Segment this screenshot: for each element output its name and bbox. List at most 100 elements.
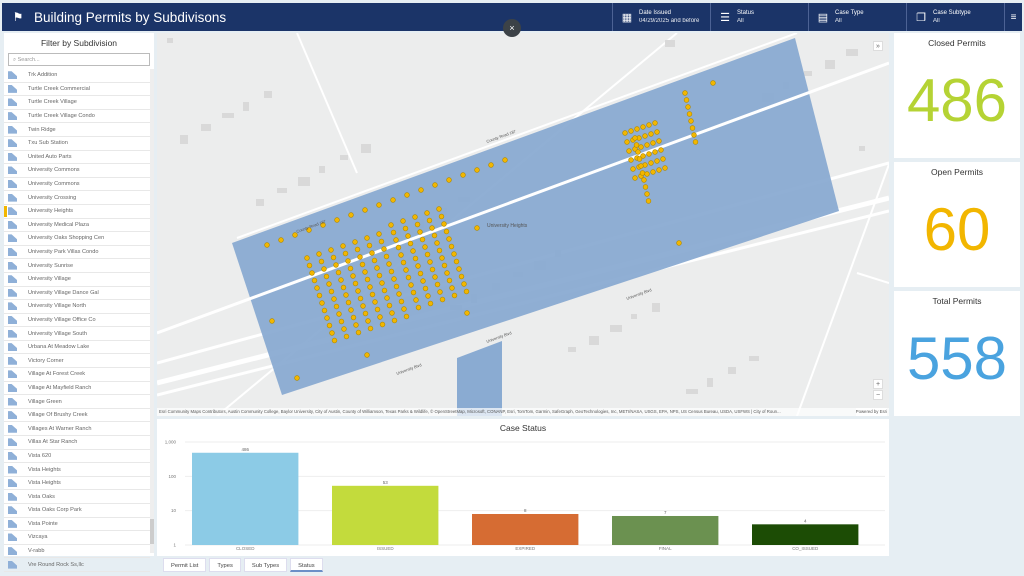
bar-co_issued[interactable] [752, 524, 859, 545]
subdivision-label: Vista 620 [28, 452, 52, 459]
subdivision-item[interactable]: Village Of Brushy Creek [4, 409, 150, 423]
permit-point [656, 167, 662, 173]
subdivision-item[interactable]: University Heights [4, 205, 150, 219]
subdivision-item[interactable]: Vista Oaks Corp Park [4, 504, 150, 518]
list-icon: ☰ [720, 11, 730, 24]
polygon-icon [8, 383, 17, 392]
permit-point [334, 217, 340, 223]
permit-point [443, 228, 450, 235]
bar-issued[interactable] [332, 485, 439, 545]
subdivision-label: University Village [28, 276, 71, 283]
permit-point [264, 242, 270, 248]
polygon-icon [8, 261, 17, 270]
subdivision-item[interactable]: Village At Forest Creek [4, 368, 150, 382]
polygon-icon [8, 329, 17, 338]
subdivision-item[interactable]: University Village Office Co [4, 314, 150, 328]
subdivision-item[interactable]: Vizcaya [4, 531, 150, 545]
subdivision-item[interactable]: Turtle Creek Commercial [4, 83, 150, 97]
scrollbar-thumb[interactable] [150, 519, 154, 544]
map-canvas[interactable]: University HeightsCounty Road 187County … [157, 33, 889, 416]
subdivision-item[interactable]: United Auto Parts [4, 151, 150, 165]
subdivision-label: University Oaks Shopping Cen [28, 235, 105, 242]
powered-by-link[interactable]: Powered by Esri [855, 408, 887, 416]
subdivision-item[interactable]: Village Green [4, 395, 150, 409]
search-placeholder: Search... [17, 57, 40, 63]
search-input[interactable]: ⌕ Search... [8, 53, 150, 66]
card-title: Closed Permits [928, 38, 986, 48]
zoom-in-button[interactable]: + [873, 379, 883, 389]
tab-types[interactable]: Types [209, 558, 241, 572]
tab-status[interactable]: Status [290, 558, 323, 572]
y-tick-label: 10 [171, 508, 177, 513]
subdivision-item[interactable]: V-rabb [4, 545, 150, 559]
subdivision-item[interactable]: University Sunrise [4, 259, 150, 273]
bar-closed[interactable] [192, 452, 299, 545]
selector-value: All [835, 18, 842, 24]
subdivision-label: University Heights [28, 208, 74, 215]
subdivision-item[interactable]: Vista Heights [4, 477, 150, 491]
building [340, 155, 348, 160]
subdivision-item[interactable]: Urbana At Meadow Lake [4, 341, 150, 355]
subdivision-label: Vizcaya [28, 534, 48, 541]
bar-expired[interactable] [472, 513, 579, 545]
permit-point [410, 248, 416, 254]
card-title: Open Permits [931, 167, 983, 177]
selector-label: Case Subtype [933, 10, 971, 16]
subdivision-label: University Sunrise [28, 262, 74, 269]
subdivision-item[interactable]: Txu Sub Station [4, 137, 150, 151]
subdivision-item[interactable]: University Village [4, 273, 150, 287]
close-button[interactable]: × [503, 19, 521, 37]
permit-point [652, 120, 658, 126]
subdivision-item[interactable]: Vista Oaks [4, 490, 150, 504]
subdivision-item[interactable]: Twin Ridge [4, 123, 150, 137]
subdivision-item[interactable]: Villages At Warner Ranch [4, 422, 150, 437]
permit-point [644, 171, 650, 177]
permit-point [396, 291, 402, 297]
expand-button[interactable]: » [873, 41, 883, 51]
tab-sub-types[interactable]: Sub Types [243, 558, 288, 572]
polygon-icon [8, 220, 17, 229]
bar-final[interactable] [612, 515, 719, 545]
subdivision-item[interactable]: University Commons [4, 178, 150, 192]
permit-point [502, 157, 508, 163]
subdivision-item[interactable]: University Medical Plaza [4, 219, 150, 233]
subdivision-item[interactable]: Vista Heights [4, 463, 150, 477]
subdivision-item[interactable]: University Commons [4, 164, 150, 178]
hamburger-icon[interactable]: ≡ [1004, 3, 1022, 31]
subdivision-item[interactable]: University Park Villas Condo [4, 246, 150, 260]
subdivision-item[interactable]: University Oaks Shopping Cen [4, 232, 150, 246]
subdivision-item[interactable]: Vista Pointe [4, 518, 150, 532]
zoom-out-button[interactable]: − [873, 390, 883, 400]
permit-point [362, 207, 368, 213]
subdivision-item[interactable]: Turtle Creek Village Condo [4, 110, 150, 124]
case-type-selector[interactable]: ▤ Case Type All [808, 3, 906, 31]
scrollbar[interactable] [150, 69, 154, 553]
subdivision-item[interactable]: Village At Mayfield Ranch [4, 382, 150, 396]
subdivision-item[interactable]: University Crossing [4, 191, 150, 205]
subdivision-item[interactable]: Turtle Creek Village [4, 96, 150, 110]
subdivision-item[interactable]: University Village North [4, 300, 150, 314]
subdivision-item[interactable]: University Village South [4, 327, 150, 341]
permit-point [441, 262, 448, 269]
permit-point [352, 280, 359, 287]
subdivision-item[interactable]: University Village Dance Gal [4, 287, 150, 301]
date-issued-selector[interactable]: ▦ Date Issued 04/29/2025 and before [612, 3, 710, 31]
case-subtype-selector[interactable]: ❐ Case Subtype All [906, 3, 1004, 31]
card-title: Total Permits [932, 296, 982, 306]
polygon-icon [8, 451, 17, 460]
permit-point [427, 300, 434, 307]
permit-point [436, 247, 443, 254]
subdivision-item[interactable]: Vista 620 [4, 450, 150, 464]
permit-point [424, 251, 431, 258]
subdivision-item[interactable]: Victory Corner [4, 354, 150, 369]
selector-value: 04/29/2025 and before [639, 18, 700, 24]
status-selector[interactable]: ☰ Status All [710, 3, 808, 31]
permit-point [326, 322, 333, 329]
map[interactable]: University Heights County Road 187 County … [157, 33, 889, 416]
permit-point [342, 250, 349, 257]
subdivision-item[interactable]: Trk Addition [4, 69, 150, 83]
tab-permit-list[interactable]: Permit List [163, 558, 207, 572]
subdivision-item[interactable]: Villas At Star Ranch [4, 436, 150, 450]
subdivision-item[interactable]: Vre Round Rock Ss,llc [4, 558, 150, 572]
polygon-icon [8, 492, 17, 501]
